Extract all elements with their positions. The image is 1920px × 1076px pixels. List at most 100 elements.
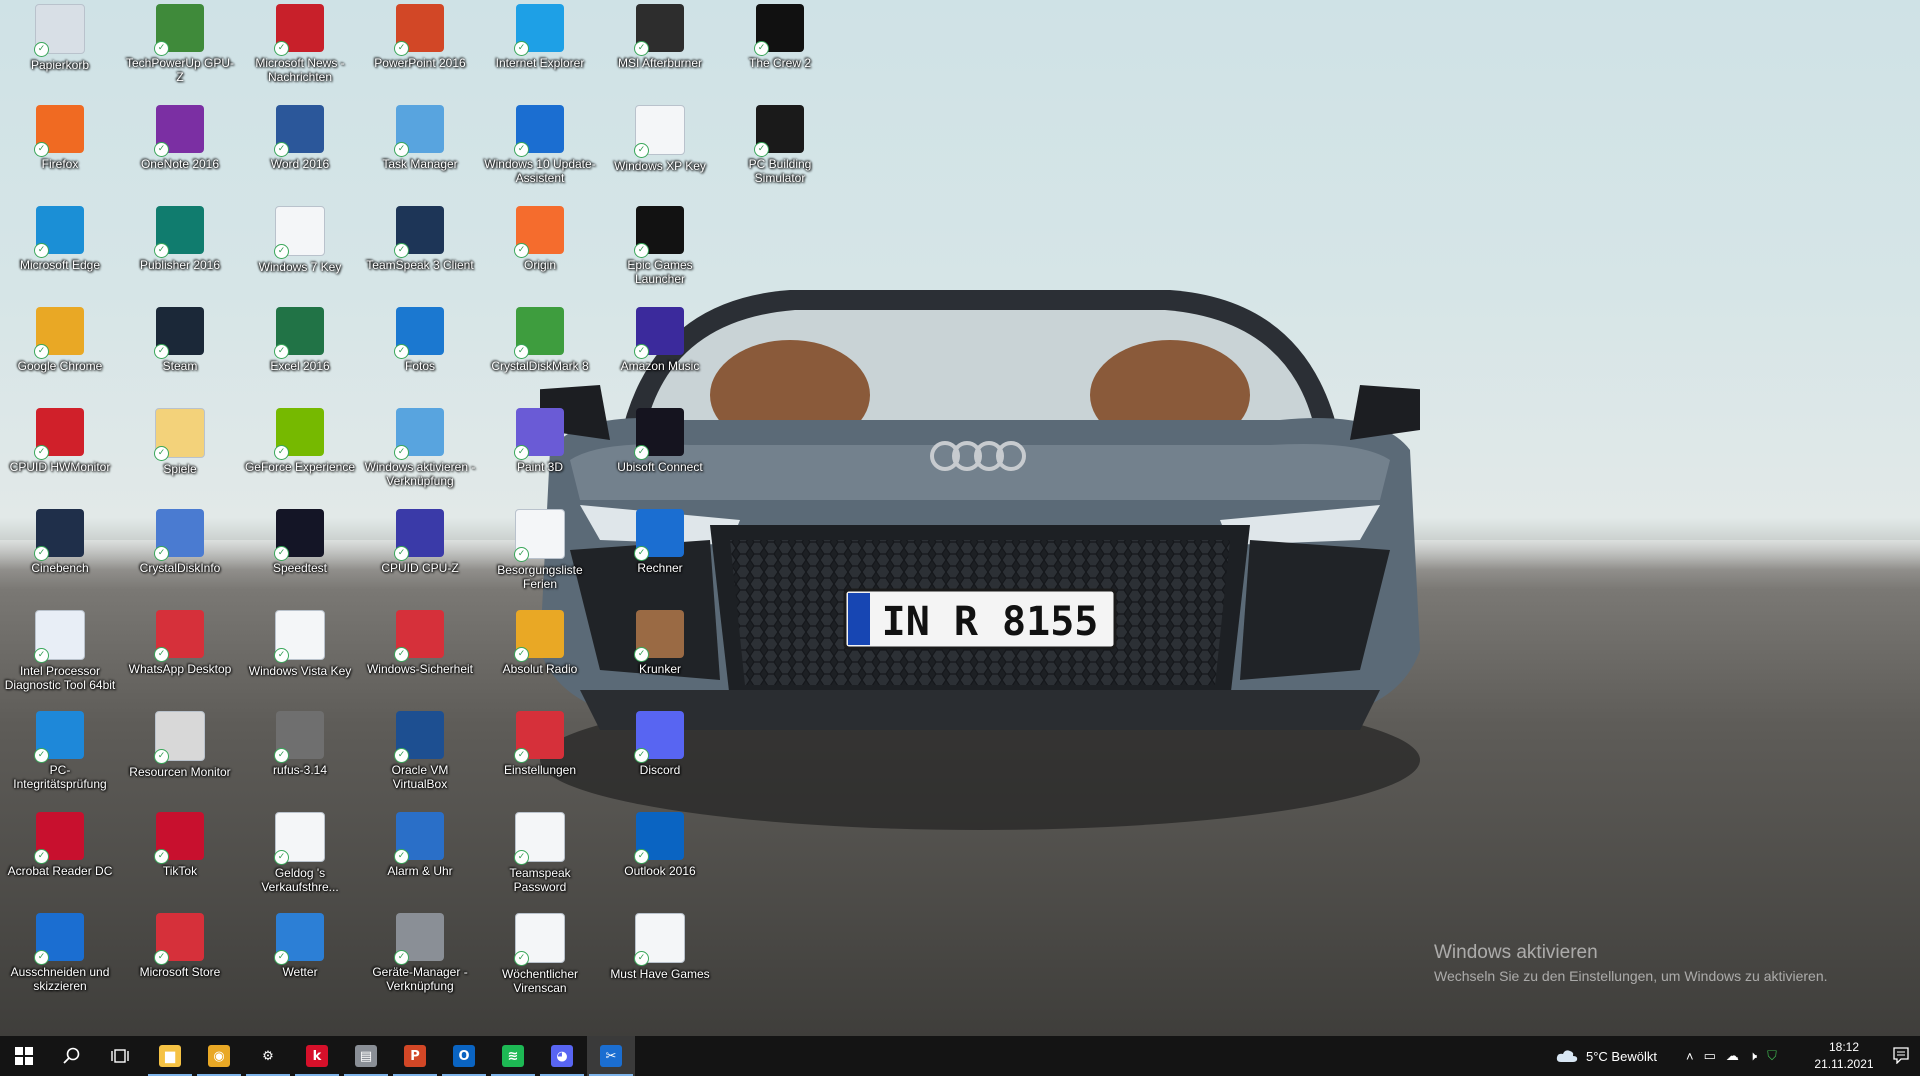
taskbar-clock[interactable]: 18:12 21.11.2021 [1814, 1039, 1874, 1073]
desktop-icon[interactable]: ✓ Windows aktivieren - Verknüpfung [361, 406, 479, 502]
desktop-icon[interactable]: ✓ Fotos [361, 305, 479, 401]
onedrive-icon[interactable]: ☁ [1726, 1048, 1739, 1064]
desktop-icon[interactable]: ✓ Speedtest [241, 507, 359, 603]
desktop-icon[interactable]: ✓ Microsoft Edge [1, 204, 119, 300]
desktop-icon-label: CrystalDiskMark 8 [491, 359, 589, 373]
desktop-icon[interactable]: ✓ GeForce Experience [241, 406, 359, 502]
chrome-icon: ✓ [514, 610, 564, 662]
desktop-icon[interactable]: ✓ CPUID CPU-Z [361, 507, 479, 603]
desktop-icon[interactable]: ✓ Microsoft Store [121, 911, 239, 1007]
desktop-icon[interactable]: ✓ Amazon Music [601, 305, 719, 401]
desktop-icon[interactable]: ✓ Microsoft News - Nachrichten [241, 2, 359, 98]
desktop-icon[interactable]: ✓ Windows 10 Update-Assistent [481, 103, 599, 199]
spotify-icon: ≋ [502, 1045, 524, 1067]
sync-status-icon: ✓ [634, 445, 649, 460]
sync-status-icon: ✓ [394, 748, 409, 763]
desktop-icon[interactable]: ✓ Epic Games Launcher [601, 204, 719, 300]
desktop-icon[interactable]: ✓ PC Building Simulator [721, 103, 839, 199]
sync-status-icon: ✓ [274, 748, 289, 763]
desktop-icon[interactable]: ✓ MSI Afterburner [601, 2, 719, 98]
desktop-icon[interactable]: ✓ CrystalDiskInfo [121, 507, 239, 603]
desktop-icon[interactable]: ✓ Papierkorb [1, 2, 119, 98]
desktop-icon-label: Steam [162, 359, 198, 373]
word-document-icon: ✓ [514, 509, 565, 562]
desktop-icon[interactable]: ✓ Oracle VM VirtualBox [361, 709, 479, 805]
desktop-icon[interactable]: ✓ Absolut Radio [481, 608, 599, 704]
desktop-icon[interactable]: ✓ Excel 2016 [241, 305, 359, 401]
notification-center-button[interactable] [1892, 1046, 1910, 1069]
search-button[interactable] [48, 1036, 96, 1076]
taskbar-app-button[interactable]: P [391, 1036, 439, 1076]
weather-widget[interactable]: 5°C Bewölkt [1556, 1036, 1657, 1076]
desktop-icon[interactable]: ✓ Besorgungsliste Ferien [481, 507, 599, 603]
desktop-icon[interactable]: ✓ Acrobat Reader DC [1, 810, 119, 906]
taskbar-app-button[interactable]: ◉ [195, 1036, 243, 1076]
desktop-icon[interactable]: ✓ Publisher 2016 [121, 204, 239, 300]
desktop-icon[interactable]: ✓ Origin [481, 204, 599, 300]
desktop-icon[interactable]: ✓ The Crew 2 [721, 2, 839, 98]
desktop-icon[interactable]: ✓ TeamSpeak 3 Client [361, 204, 479, 300]
desktop-icon[interactable]: ✓ CrystalDiskMark 8 [481, 305, 599, 401]
desktop-icon[interactable]: ✓ Teamspeak Password [481, 810, 599, 906]
desktop-icon[interactable]: ✓ Windows XP Key [601, 103, 719, 199]
volume-icon[interactable]: 🕨 [1749, 1048, 1757, 1064]
desktop-icon[interactable]: ✓ Ausschneiden und skizzieren [1, 911, 119, 1007]
onenote-icon: ✓ [154, 105, 204, 157]
taskbar-app-button[interactable]: k [293, 1036, 341, 1076]
desktop-icon[interactable]: ✓ Discord [601, 709, 719, 805]
desktop-icon[interactable]: ✓ Google Chrome [1, 305, 119, 401]
sync-status-icon: ✓ [394, 142, 409, 157]
desktop-icon[interactable]: ✓ PC-Integritätsprüfung [1, 709, 119, 805]
desktop-icon-label: Wetter [282, 965, 318, 979]
desktop-icon-label: Papierkorb [30, 58, 90, 72]
desktop-icon[interactable]: ✓ TechPowerUp GPU-Z [121, 2, 239, 98]
desktop-icon[interactable]: ✓ TikTok [121, 810, 239, 906]
taskbar-app-button[interactable]: ✂ [587, 1036, 635, 1076]
desktop-icon[interactable]: ✓ Windows Vista Key [241, 608, 359, 704]
chevron-up-icon[interactable]: ˄ [1686, 1049, 1694, 1064]
desktop-icon[interactable]: ✓ Must Have Games [601, 911, 719, 1007]
desktop-icon[interactable]: ✓ Wetter [241, 911, 359, 1007]
network-icon[interactable]: ▭ [1704, 1048, 1716, 1064]
sync-status-icon: ✓ [634, 243, 649, 258]
desktop-icon[interactable]: ✓ WhatsApp Desktop [121, 608, 239, 704]
desktop-icon[interactable]: ✓ Rechner [601, 507, 719, 603]
desktop-icon[interactable]: ✓ Windows-Sicherheit [361, 608, 479, 704]
taskbar-app-button[interactable]: ⚙ [244, 1036, 292, 1076]
sync-status-icon: ✓ [274, 850, 289, 865]
task-view-button[interactable] [96, 1036, 144, 1076]
desktop-icon[interactable]: ✓ Windows 7 Key [241, 204, 359, 300]
taskbar-app-button[interactable]: ◕ [538, 1036, 586, 1076]
desktop-icon[interactable]: ✓ Intel Processor Diagnostic Tool 64bit [1, 608, 119, 704]
desktop-icon[interactable]: ✓ PowerPoint 2016 [361, 2, 479, 98]
desktop-icon[interactable]: ✓ Firefox [1, 103, 119, 199]
desktop-icon[interactable]: ✓ Krunker [601, 608, 719, 704]
taskbar-app-button[interactable]: ▤ [342, 1036, 390, 1076]
taskbar-app-button[interactable]: O [440, 1036, 488, 1076]
desktop-icon[interactable]: ✓ Paint 3D [481, 406, 599, 502]
desktop-icon[interactable]: ✓ Alarm & Uhr [361, 810, 479, 906]
desktop-icon[interactable]: ✓ Internet Explorer [481, 2, 599, 98]
desktop-icon[interactable]: ✓ CPUID HWMonitor [1, 406, 119, 502]
desktop-icon[interactable]: ✓ Word 2016 [241, 103, 359, 199]
desktop-icon[interactable]: ✓ Task Manager [361, 103, 479, 199]
desktop-icon[interactable]: ✓ Geldog 's Verkaufsthre... [241, 810, 359, 906]
start-button[interactable] [0, 1036, 48, 1076]
desktop-icon[interactable]: ✓ OneNote 2016 [121, 103, 239, 199]
desktop-icon-label: CPUID HWMonitor [9, 460, 111, 474]
desktop-icon[interactable]: ✓ Einstellungen [481, 709, 599, 805]
desktop-icon[interactable]: ✓ Cinebench [1, 507, 119, 603]
desktop-icon[interactable]: ✓ Wöchentlicher Virenscan [481, 911, 599, 1007]
taskbar-app-button[interactable]: ≋ [489, 1036, 537, 1076]
desktop-icon[interactable]: ✓ Spiele [121, 406, 239, 502]
desktop-icon[interactable]: ✓ Outlook 2016 [601, 810, 719, 906]
desktop-icon[interactable]: ✓ Ubisoft Connect [601, 406, 719, 502]
desktop-icon[interactable]: ✓ Steam [121, 305, 239, 401]
desktop-icon[interactable]: ✓ Resourcen Monitor [121, 709, 239, 805]
security-shield-icon[interactable]: ⛉ [1767, 1048, 1777, 1064]
sync-status-icon: ✓ [634, 143, 649, 158]
taskbar-app-button[interactable]: ▆ [146, 1036, 194, 1076]
desktop-icon[interactable]: ✓ Geräte-Manager - Verknüpfung [361, 911, 479, 1007]
rufus-icon: ✓ [274, 711, 324, 763]
desktop-icon[interactable]: ✓ rufus-3.14 [241, 709, 359, 805]
